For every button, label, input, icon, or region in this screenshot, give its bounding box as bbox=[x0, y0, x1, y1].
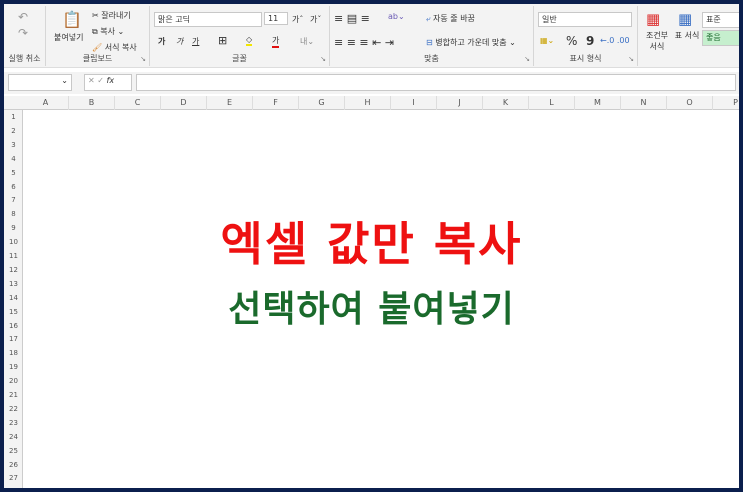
merge-label: 병합하고 가운데 맞춤 bbox=[435, 38, 507, 47]
column-header[interactable]: G bbox=[299, 96, 345, 110]
number-group-label: 표시 형식 bbox=[569, 54, 602, 63]
row-header[interactable]: 19 bbox=[4, 360, 23, 374]
table-format-button[interactable]: 표 서식 bbox=[674, 30, 700, 41]
orientation-icon[interactable]: ab⌄ bbox=[388, 12, 405, 21]
column-header[interactable]: E bbox=[207, 96, 253, 110]
banner-title: 엑셀 값만 복사 bbox=[220, 217, 523, 271]
paste-icon[interactable]: 📋 bbox=[62, 10, 82, 29]
font-size-select[interactable]: 11 bbox=[264, 12, 288, 25]
row-header[interactable]: 5 bbox=[4, 166, 23, 180]
row-header[interactable]: 26 bbox=[4, 458, 23, 472]
column-header[interactable]: N bbox=[621, 96, 667, 110]
excel-window: ↶ ↷ 실행 취소 📋 붙여넣기 ✂ 잘라내기 ⧉ 복사 ⌄ 🖌 서식 복사 클… bbox=[4, 4, 739, 488]
row-header[interactable]: 28 bbox=[4, 485, 23, 488]
align-top-icon[interactable]: ≡ ▤ ≡ bbox=[334, 12, 370, 25]
column-header[interactable]: B bbox=[69, 96, 115, 110]
percent-button[interactable]: % bbox=[566, 34, 577, 48]
column-header[interactable]: K bbox=[483, 96, 529, 110]
column-header[interactable]: J bbox=[437, 96, 483, 110]
fill-color-icon[interactable]: ◇ bbox=[246, 35, 253, 46]
underline-button[interactable]: 가 bbox=[192, 36, 199, 47]
name-box[interactable]: ⌄ bbox=[8, 74, 72, 91]
accounting-icon[interactable]: ▦⌄ bbox=[540, 36, 554, 45]
alignment-launcher-icon[interactable]: ↘ bbox=[524, 55, 530, 63]
cut-label: 잘라내기 bbox=[101, 11, 131, 20]
font-group-label: 글꼴 bbox=[232, 54, 247, 63]
ribbon: ↶ ↷ 실행 취소 📋 붙여넣기 ✂ 잘라내기 ⧉ 복사 ⌄ 🖌 서식 복사 클… bbox=[4, 4, 739, 68]
row-header[interactable]: 21 bbox=[4, 388, 23, 402]
row-header[interactable]: 7 bbox=[4, 193, 23, 207]
paste-button[interactable]: 붙여넣기 bbox=[54, 32, 83, 43]
undo-group: ↶ ↷ 실행 취소 bbox=[4, 6, 46, 66]
conditional-format-icon[interactable]: ▦ bbox=[646, 10, 660, 28]
copy-button[interactable]: ⧉ 복사 ⌄ bbox=[92, 26, 124, 37]
font-color-button[interactable]: 가 bbox=[272, 35, 280, 48]
font-name-select[interactable]: 맑은 고딕 bbox=[154, 12, 262, 27]
format-painter-button[interactable]: 🖌 서식 복사 bbox=[92, 42, 137, 53]
decrease-font-icon[interactable]: 가ˇ bbox=[310, 14, 321, 25]
font-group: 맑은 고딕 11 가ˆ 가ˇ 가 가 가 ⊞ ◇ 가 내⌄ 글꼴 ↘ bbox=[150, 6, 330, 66]
row-header[interactable]: 20 bbox=[4, 374, 23, 388]
formula-bar: ⌄ ✕ ✓ fx bbox=[4, 72, 739, 94]
cut-button[interactable]: ✂ 잘라내기 bbox=[92, 10, 131, 21]
conditional-format-button[interactable]: 조건부 서식 bbox=[642, 30, 672, 52]
wrap-text-button[interactable]: ⤶ 자동 줄 바꿈 bbox=[426, 13, 475, 24]
row-header[interactable]: 22 bbox=[4, 402, 23, 416]
row-header[interactable]: 2 bbox=[4, 124, 23, 138]
redo-icon[interactable]: ↷ bbox=[18, 26, 28, 40]
column-header[interactable]: P bbox=[713, 96, 739, 110]
merge-center-button[interactable]: ⊟ 병합하고 가운데 맞춤 ⌄ bbox=[426, 37, 516, 48]
clipboard-group: 📋 붙여넣기 ✂ 잘라내기 ⧉ 복사 ⌄ 🖌 서식 복사 클립보드 ↘ bbox=[46, 6, 150, 66]
format-painter-label: 서식 복사 bbox=[104, 43, 137, 52]
style-good[interactable]: 좋음 bbox=[702, 30, 739, 46]
decimal-icons[interactable]: ←.0 .00 bbox=[600, 36, 630, 45]
row-header[interactable]: 17 bbox=[4, 332, 23, 346]
column-header[interactable]: O bbox=[667, 96, 713, 110]
row-header[interactable]: 24 bbox=[4, 430, 23, 444]
italic-button[interactable]: 가 bbox=[176, 36, 183, 47]
column-header[interactable]: D bbox=[161, 96, 207, 110]
comma-button[interactable]: 9 bbox=[586, 34, 594, 48]
style-normal[interactable]: 표준 bbox=[702, 12, 739, 28]
alignment-group: ≡ ▤ ≡ ab⌄ ≡ ≡ ≡ ⇤ ⇥ ⤶ 자동 줄 바꿈 ⊟ 병합하고 가운데… bbox=[330, 6, 534, 66]
copy-label: 복사 bbox=[100, 27, 115, 36]
undo-icon[interactable]: ↶ bbox=[18, 10, 28, 24]
font-launcher-icon[interactable]: ↘ bbox=[320, 55, 326, 63]
undo-group-label: 실행 취소 bbox=[8, 54, 41, 63]
column-headers: ABCDEFGHIJKLMNOP bbox=[4, 96, 739, 110]
column-header[interactable]: C bbox=[115, 96, 161, 110]
border-icon[interactable]: ⊞ bbox=[218, 34, 227, 47]
row-header[interactable]: 18 bbox=[4, 346, 23, 360]
column-header[interactable]: L bbox=[529, 96, 575, 110]
styles-group: ▦ 조건부 서식 ▦ 표 서식 표준 좋음 bbox=[638, 6, 739, 66]
number-launcher-icon[interactable]: ↘ bbox=[628, 55, 634, 63]
bold-button[interactable]: 가 bbox=[158, 36, 165, 47]
number-format-select[interactable]: 일반 bbox=[538, 12, 632, 27]
banner-subtitle: 선택하여 붙여넣기 bbox=[228, 289, 515, 330]
wrap-text-label: 자동 줄 바꿈 bbox=[433, 14, 475, 23]
row-header[interactable]: 25 bbox=[4, 444, 23, 458]
fx-button[interactable]: fx bbox=[107, 76, 115, 85]
alignment-group-label: 맞춤 bbox=[424, 54, 439, 63]
clipboard-group-label: 클립보드 bbox=[82, 54, 113, 63]
column-header[interactable]: H bbox=[345, 96, 391, 110]
row-header[interactable]: 6 bbox=[4, 180, 23, 194]
increase-font-icon[interactable]: 가ˆ bbox=[292, 14, 303, 25]
number-group: 일반 ▦⌄ % 9 ←.0 .00 표시 형식 ↘ bbox=[534, 6, 638, 66]
column-header[interactable]: M bbox=[575, 96, 621, 110]
column-header[interactable]: F bbox=[253, 96, 299, 110]
column-header[interactable]: A bbox=[23, 96, 69, 110]
phonetic-icon[interactable]: 내⌄ bbox=[300, 36, 314, 47]
row-header[interactable]: 23 bbox=[4, 416, 23, 430]
row-header[interactable]: 1 bbox=[4, 110, 23, 124]
formula-input[interactable] bbox=[136, 74, 736, 91]
row-header[interactable]: 4 bbox=[4, 152, 23, 166]
table-format-icon[interactable]: ▦ bbox=[678, 10, 692, 28]
column-header[interactable]: I bbox=[391, 96, 437, 110]
formula-buttons: ✕ ✓ fx bbox=[84, 74, 132, 91]
row-header[interactable]: 27 bbox=[4, 471, 23, 485]
clipboard-launcher-icon[interactable]: ↘ bbox=[140, 55, 146, 63]
row-header[interactable]: 3 bbox=[4, 138, 23, 152]
align-left-icon[interactable]: ≡ ≡ ≡ ⇤ ⇥ bbox=[334, 36, 394, 49]
